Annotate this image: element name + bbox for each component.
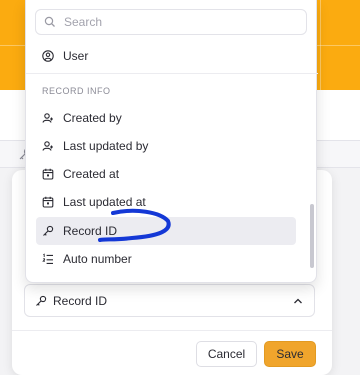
field-type-select[interactable]: Record ID — [24, 284, 315, 317]
save-button[interactable]: Save — [264, 341, 316, 367]
search-input[interactable] — [64, 15, 284, 29]
header-grid-line — [320, 0, 321, 90]
menu-item-label: Last updated at — [63, 195, 146, 209]
numbered-list-icon — [42, 253, 54, 265]
menu-item-label: Created at — [63, 167, 120, 181]
dropdown-scrollbar-thumb[interactable] — [310, 204, 314, 268]
menu-item-label: User — [63, 49, 89, 63]
menu-item-last-updated-by[interactable]: Last updated by — [36, 132, 296, 160]
user-circle-icon — [42, 50, 54, 62]
calendar-icon — [42, 196, 54, 208]
menu-item-last-updated-at[interactable]: Last updated at — [36, 188, 296, 216]
field-type-select-label: Record ID — [53, 293, 108, 308]
menu-item-label: Created by — [63, 111, 122, 125]
modal-footer-divider — [12, 330, 332, 331]
field-type-dropdown: User RECORD INFO Created by Last updated… — [25, 0, 318, 283]
menu-item-record-id[interactable]: Record ID — [36, 217, 296, 245]
calendar-icon — [42, 168, 54, 180]
search-icon — [44, 16, 56, 28]
menu-item-created-by[interactable]: Created by — [36, 104, 296, 132]
menu-item-label: Last updated by — [63, 139, 149, 153]
user-plus-icon — [42, 112, 54, 124]
key-icon — [42, 225, 54, 237]
menu-item-user[interactable]: User — [36, 42, 296, 70]
chevron-up-icon — [292, 295, 304, 307]
menu-item-auto-number[interactable]: Auto number — [36, 245, 296, 273]
user-plus-icon — [42, 140, 54, 152]
cancel-button[interactable]: Cancel — [196, 341, 257, 367]
section-heading: RECORD INFO — [42, 86, 111, 96]
menu-item-label: Auto number — [63, 252, 132, 266]
menu-divider — [26, 73, 318, 74]
menu-item-label: Record ID — [63, 224, 118, 238]
key-icon — [35, 295, 47, 307]
menu-item-created-at[interactable]: Created at — [36, 160, 296, 188]
search-box[interactable] — [35, 9, 307, 35]
